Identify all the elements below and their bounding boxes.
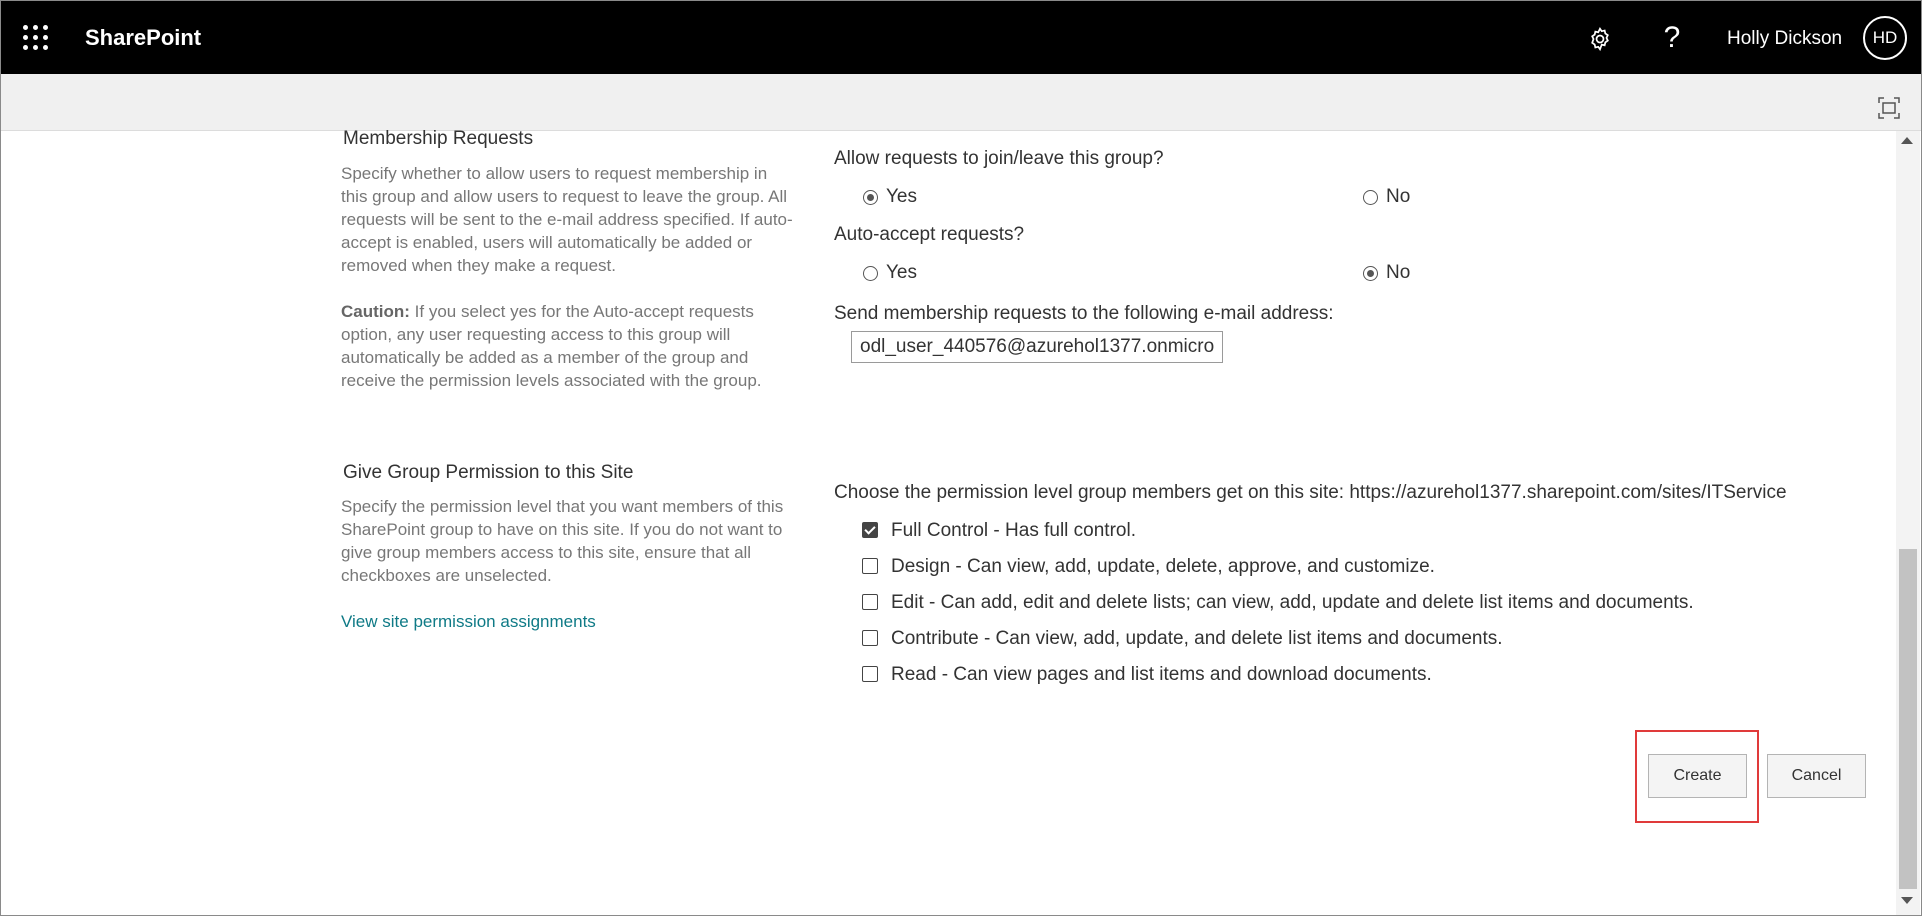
- email-address-input[interactable]: [851, 331, 1223, 363]
- scrollbar-thumb[interactable]: [1899, 549, 1917, 889]
- view-site-permission-link[interactable]: View site permission assignments: [341, 612, 596, 632]
- caution-note: Caution: If you select yes for the Auto-…: [341, 300, 796, 392]
- command-bar: [1, 74, 1921, 131]
- user-name[interactable]: Holly Dickson: [1727, 28, 1842, 50]
- allow-requests-yes-radio[interactable]: [863, 190, 878, 205]
- scroll-down-arrow-icon[interactable]: [1901, 897, 1913, 904]
- edit-checkbox[interactable]: [862, 594, 878, 610]
- scroll-up-arrow-icon[interactable]: [1901, 137, 1913, 144]
- email-address-label: Send membership requests to the followin…: [834, 303, 1334, 324]
- allow-requests-yes-label: Yes: [886, 186, 917, 207]
- contribute-checkbox[interactable]: [862, 630, 878, 646]
- membership-section-title: Membership Requests: [343, 128, 534, 149]
- help-icon[interactable]: ?: [1657, 21, 1687, 55]
- design-label: Design - Can view, add, update, delete, …: [891, 556, 1435, 577]
- allow-requests-no-label: No: [1386, 186, 1411, 207]
- allow-requests-label: Allow requests to join/leave this group?: [834, 148, 1164, 169]
- read-label: Read - Can view pages and list items and…: [891, 664, 1432, 685]
- avatar[interactable]: HD: [1863, 16, 1907, 60]
- contribute-label: Contribute - Can view, add, update, and …: [891, 628, 1503, 649]
- full-control-label: Full Control - Has full control.: [891, 520, 1136, 541]
- design-checkbox[interactable]: [862, 558, 878, 574]
- auto-accept-yes-radio[interactable]: [863, 266, 878, 281]
- caution-label: Caution:: [341, 302, 410, 321]
- settings-gear-icon[interactable]: [1587, 26, 1613, 52]
- browser-frame: SharePoint ? Holly Dickson HD Membership…: [0, 0, 1922, 916]
- membership-section-description: Specify whether to allow users to reques…: [341, 164, 793, 275]
- auto-accept-yes-label: Yes: [886, 262, 917, 283]
- allow-requests-no-radio[interactable]: [1363, 190, 1378, 205]
- permission-section-description: Specify the permission level that you wa…: [341, 497, 784, 585]
- create-button[interactable]: Create: [1648, 754, 1747, 798]
- edit-label: Edit - Can add, edit and delete lists; c…: [891, 592, 1694, 613]
- auto-accept-no-label: No: [1386, 262, 1411, 283]
- app-title[interactable]: SharePoint: [85, 25, 201, 51]
- suite-bar: SharePoint ? Holly Dickson HD: [1, 1, 1921, 74]
- permission-section-title: Give Group Permission to this Site: [343, 462, 634, 483]
- permission-level-prompt: Choose the permission level group member…: [834, 482, 1787, 503]
- full-control-checkbox[interactable]: [862, 522, 878, 538]
- auto-accept-no-radio[interactable]: [1363, 266, 1378, 281]
- read-checkbox[interactable]: [862, 666, 878, 682]
- cancel-button[interactable]: Cancel: [1767, 754, 1866, 798]
- auto-accept-label: Auto-accept requests?: [834, 224, 1025, 245]
- focus-mode-icon[interactable]: [1878, 97, 1900, 119]
- app-launcher-icon[interactable]: [23, 25, 49, 51]
